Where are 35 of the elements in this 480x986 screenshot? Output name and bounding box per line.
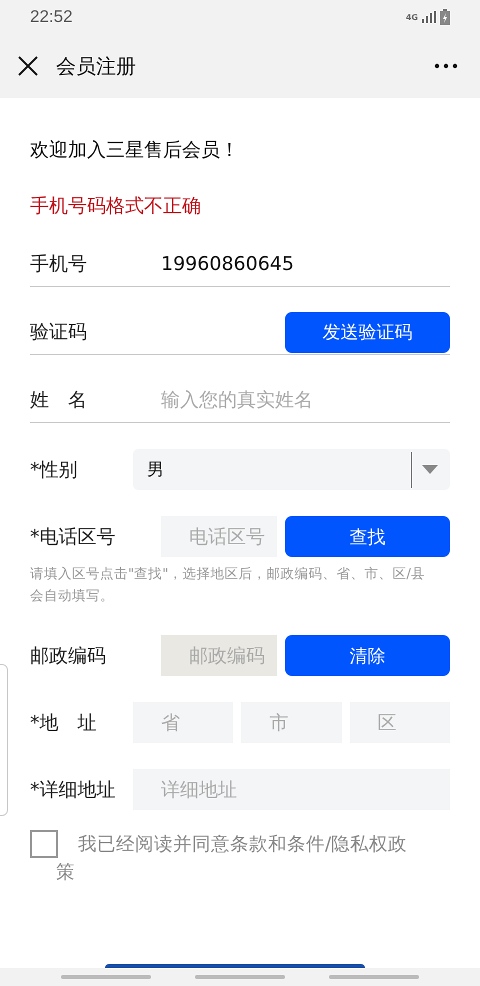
agreement-text: 我已经阅读并同意条款和条件/隐私权政策 [56, 833, 408, 885]
hint-text: 请填入区号点击"查找"，选择地区后，邮政编码、省、市、区/县会自动填写。 [30, 565, 426, 606]
gender-select[interactable]: 男 [133, 449, 450, 490]
submit-button[interactable] [105, 964, 365, 968]
error-message: 手机号码格式不正确 [30, 194, 202, 218]
field-label: 手机号 [30, 252, 88, 277]
nav-bar-handle[interactable] [195, 975, 285, 979]
network-type: 4G [406, 12, 418, 22]
input-field[interactable]: 市 [241, 702, 342, 743]
field-label: *电话区号 [30, 524, 116, 550]
input-field[interactable]: 电话区号 [161, 516, 277, 557]
battery-icon [440, 9, 450, 25]
field-label: 姓 名 [30, 388, 88, 413]
caret-icon [422, 465, 438, 474]
signal-icon [422, 11, 436, 23]
nav-bar-handle[interactable] [329, 975, 419, 979]
welcome-text: 欢迎加入三星售后会员！ [30, 138, 240, 162]
nav-bar-handle[interactable] [61, 975, 151, 979]
field-label: *地 址 [30, 710, 98, 736]
close-icon[interactable] [18, 56, 38, 76]
input-field[interactable]: 省 [133, 702, 234, 743]
field-label: *性别 [30, 458, 78, 482]
page-title: 会员注册 [56, 52, 137, 80]
field-label: 邮政编码 [30, 644, 107, 668]
more-icon[interactable] [434, 63, 458, 69]
input-field[interactable]: 19960860645 [161, 246, 450, 282]
action-button[interactable]: 查找 [285, 516, 450, 557]
field-label: 验证码 [30, 320, 88, 345]
agreement-checkbox[interactable] [30, 830, 58, 858]
input-field[interactable]: 详细地址 [133, 769, 450, 810]
send-code-button[interactable]: 发送验证码 [285, 312, 450, 352]
input-field[interactable]: 输入您的真实姓名 [161, 382, 450, 418]
input-field[interactable]: 区 [350, 702, 450, 743]
field-label: *详细地址 [30, 778, 116, 802]
status-time: 22:52 [30, 7, 73, 27]
